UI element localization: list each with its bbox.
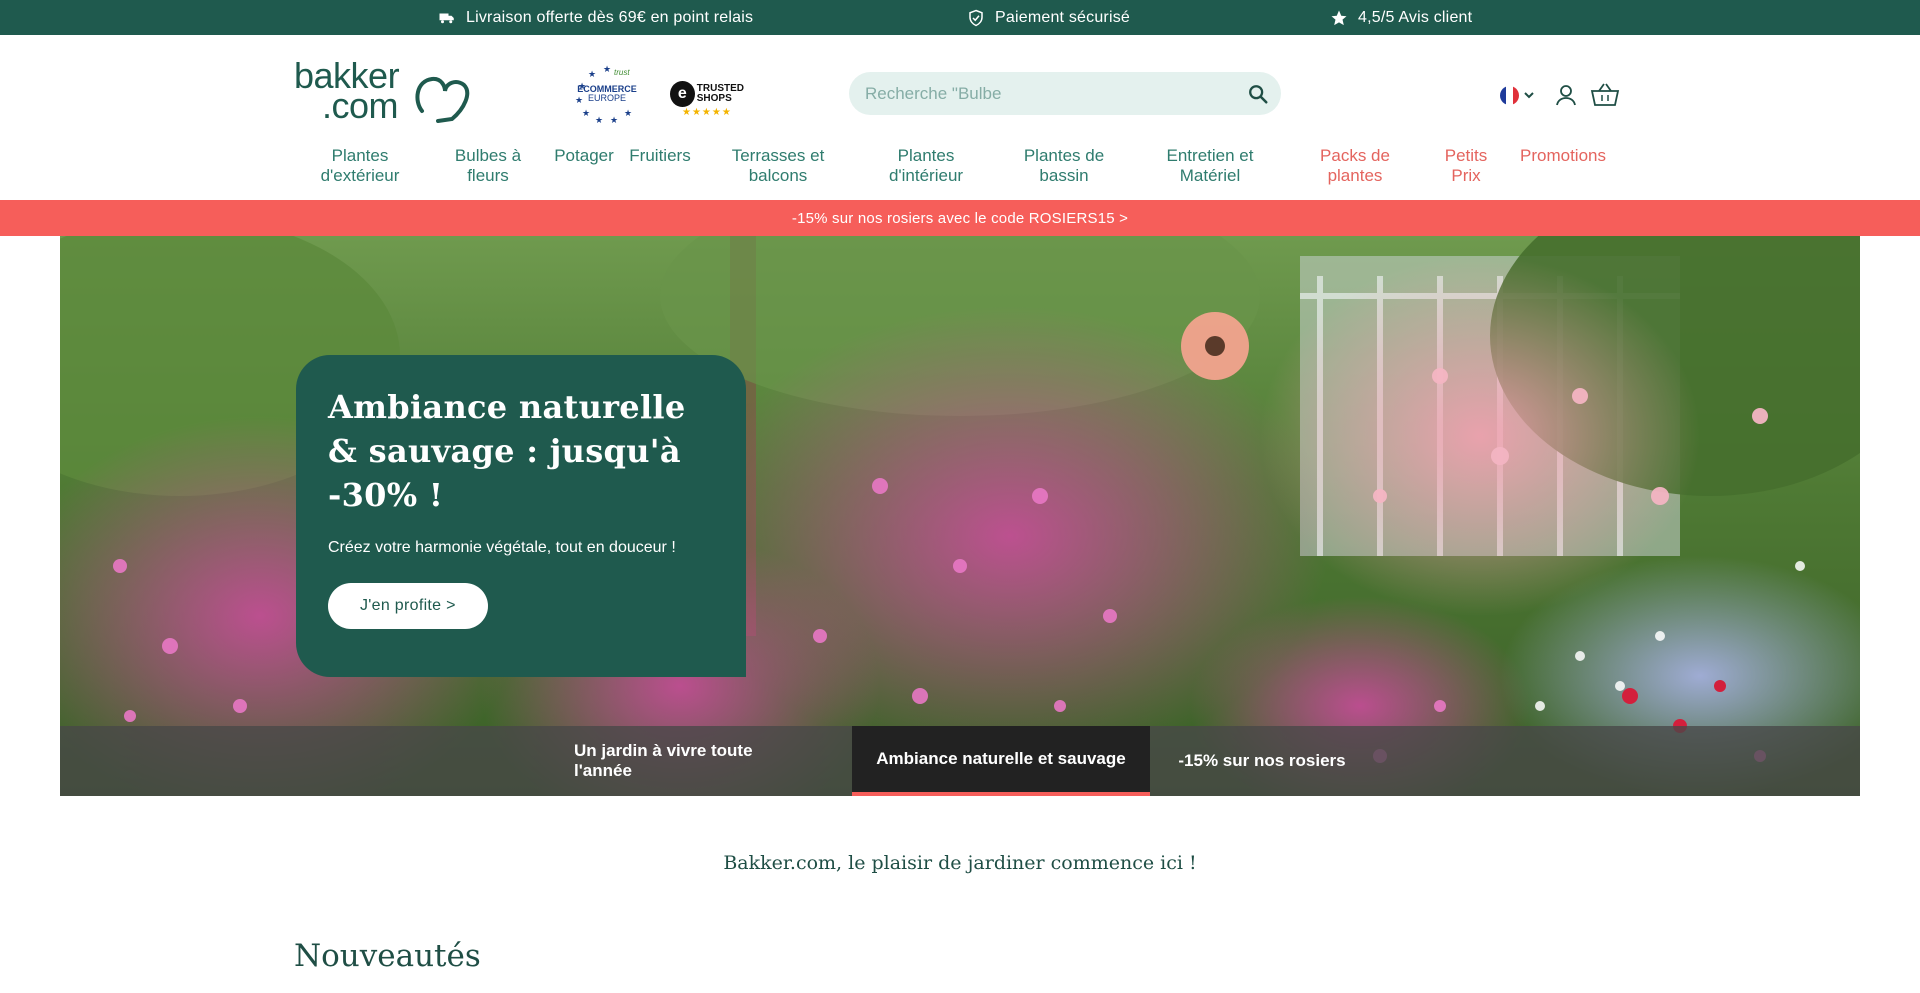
svg-text:★: ★ (624, 108, 632, 118)
trusted-shops-icon: e (670, 81, 695, 107)
nav-item-label-line-1: Plantes (331, 146, 389, 165)
nav-item-promotions[interactable]: Promotions (1508, 146, 1618, 166)
nav-item-label-line-1: Petits (1444, 146, 1488, 165)
hero-promo-card: Ambiance naturelle & sauvage : jusqu'à -… (296, 355, 746, 677)
trusted-shops-text: TRUSTED SHOPS (697, 84, 744, 104)
nav-item-label-line-2: d'extérieur (320, 166, 400, 185)
account-button[interactable] (1554, 79, 1578, 111)
nav-item-fruitiers[interactable]: Fruitiers (624, 146, 696, 166)
nav-item-label-line-1: Plantes de (1023, 146, 1105, 165)
nav-item-label-line-1: Packs de (1320, 146, 1390, 165)
hero-tab-bar: Un jardin à vivre toute l'année Ambiance… (60, 726, 1860, 796)
nav-item-label-line-2: d'intérieur (888, 166, 964, 185)
nav-item-label-line-1: Bulbes à (454, 146, 522, 165)
nav-item-label-line-1: Potager (554, 146, 614, 165)
nav-item-label-line-2: balcons (748, 166, 808, 185)
svg-text:★: ★ (603, 64, 611, 74)
usp-payment-text: Paiement sécurisé (995, 8, 1131, 26)
trusted-shops-stars: ★★★★★ (682, 107, 732, 118)
nav-item-label-line-2: Matériel (1179, 166, 1241, 185)
homepage-tagline: Bakker.com, le plaisir de jardiner comme… (723, 852, 1197, 874)
usp-reviews: 4,5/5 Avis client (1330, 0, 1472, 35)
nav-item-entretien-materiel[interactable]: Entretien et Matériel (1150, 146, 1270, 186)
star-icon (1331, 10, 1347, 25)
heart-logo-icon (415, 76, 470, 123)
nav-item-plantes-bassin[interactable]: Plantes de bassin (1004, 146, 1124, 186)
chevron-down-icon (1524, 92, 1534, 99)
nav-item-bulbes-fleurs[interactable]: Bulbes à fleurs (438, 146, 538, 186)
search-bar[interactable] (849, 72, 1281, 115)
nav-item-potager[interactable]: Potager (548, 146, 620, 166)
flag-fr-icon (1500, 85, 1519, 105)
nav-item-label-line-1: Entretien et (1166, 146, 1254, 165)
language-selector[interactable] (1500, 79, 1538, 111)
hero-tab-rosiers[interactable]: -15% sur nos rosiers (1166, 726, 1358, 796)
promo-banner-text: -15% sur nos rosiers avec le code ROSIER… (791, 209, 1129, 227)
nav-item-label-line-1: Plantes (897, 146, 955, 165)
nav-item-label-line-1: Promotions (1520, 146, 1606, 165)
nav-item-plantes-exterieur[interactable]: Plantes d'extérieur (300, 146, 420, 186)
usp-payment: Paiement sécurisé (967, 0, 1130, 35)
svg-text:★: ★ (575, 95, 583, 105)
logo-wordmark: bakker .com (294, 58, 400, 124)
hero-cta-button[interactable]: J'en profite > (328, 583, 488, 629)
usp-reviews-text: 4,5/5 Avis client (1358, 8, 1473, 26)
bakker-logo[interactable]: bakker .com (294, 58, 476, 125)
trusted-shops-line-2: SHOPS (696, 93, 732, 104)
main-navigation: Plantes d'extérieur Bulbes à fleurs Pota… (0, 146, 1920, 196)
svg-text:★: ★ (588, 69, 596, 79)
trusted-ecommerce-europe-badge[interactable]: ★ ★ ★ ★ ★ ★ ★ ★ trust ECOMMERCE EUROPE (570, 63, 644, 125)
nav-item-terrasses-balcons[interactable]: Terrasses et balcons (718, 146, 838, 186)
nav-item-label-line-2: fleurs (467, 166, 509, 185)
search-icon[interactable] (1247, 83, 1269, 105)
eu-badge-top-text: trust (614, 68, 630, 77)
user-icon (1556, 85, 1576, 106)
promo-banner[interactable]: -15% sur nos rosiers avec le code ROSIER… (0, 200, 1920, 236)
nav-item-packs-plantes[interactable]: Packs de plantes (1300, 146, 1410, 186)
section-title-nouveautes: Nouveautés (294, 938, 481, 974)
hero-tab-ambiance-naturelle[interactable]: Ambiance naturelle et sauvage (852, 726, 1150, 796)
svg-text:★: ★ (582, 108, 590, 118)
usp-delivery-text: Livraison offerte dès 69€ en point relai… (466, 8, 754, 26)
nav-item-label-line-2: plantes (1327, 166, 1383, 185)
hero-carousel: Ambiance naturelle & sauvage : jusqu'à -… (60, 236, 1860, 796)
basket-icon (1590, 83, 1620, 106)
shield-check-icon (969, 9, 983, 26)
truck-icon (439, 13, 454, 23)
top-usp-bar: Livraison offerte dès 69€ en point relai… (0, 0, 1920, 35)
usp-delivery: Livraison offerte dès 69€ en point relai… (438, 0, 753, 35)
nav-item-label-line-1: Terrasses et (731, 146, 825, 165)
trusted-shops-badge[interactable]: e TRUSTED SHOPS ★★★★★ (670, 63, 744, 125)
eu-badge-line-2: EUROPE (587, 93, 626, 103)
hero-title: Ambiance naturelle & sauvage : jusqu'à -… (328, 388, 686, 514)
nav-item-petits-prix[interactable]: Petits Prix (1428, 146, 1504, 186)
svg-text:★: ★ (610, 115, 618, 125)
search-input[interactable] (865, 72, 1235, 115)
nav-item-label-line-1: Fruitiers (629, 146, 691, 165)
hero-subtitle: Créez votre harmonie végétale, tout en d… (328, 539, 676, 556)
cart-button[interactable] (1590, 79, 1620, 111)
nav-item-plantes-interieur[interactable]: Plantes d'intérieur (866, 146, 986, 186)
nav-item-label-line-2: bassin (1039, 166, 1089, 185)
nav-item-label-line-2: Prix (1451, 166, 1481, 185)
svg-text:★: ★ (595, 115, 603, 125)
hero-tab-jardin-annee[interactable]: Un jardin à vivre toute l'année (574, 726, 800, 796)
